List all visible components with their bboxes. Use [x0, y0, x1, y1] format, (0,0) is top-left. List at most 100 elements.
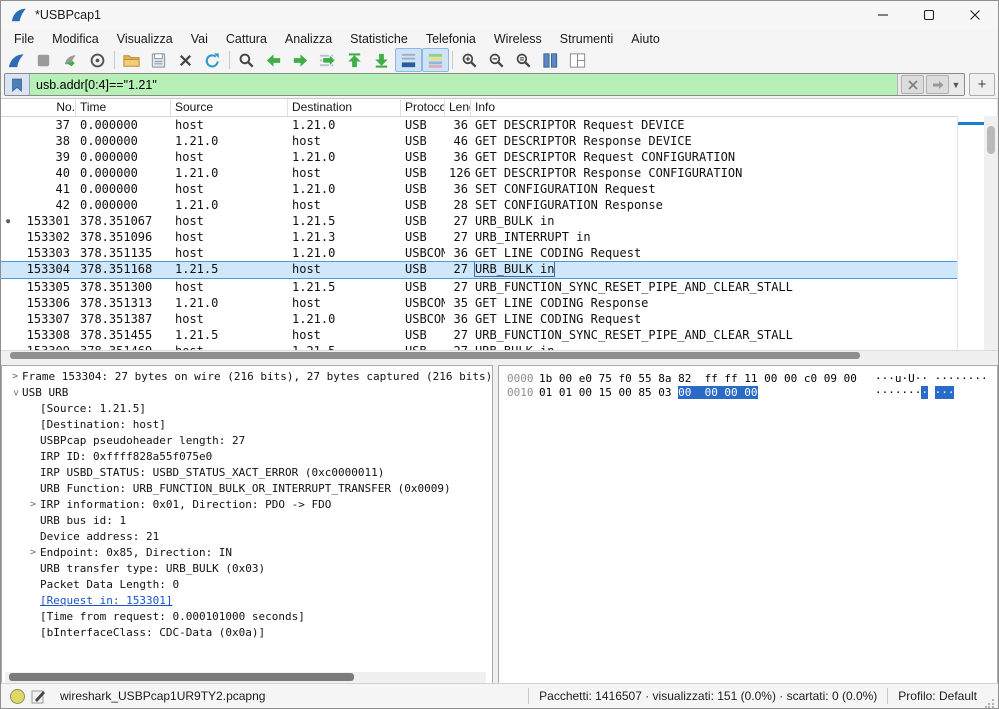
layout-icon[interactable]	[564, 48, 591, 72]
colorize-icon[interactable]	[422, 48, 449, 72]
menu-item-analizza[interactable]: Analizza	[276, 31, 341, 47]
ascii-bytes[interactable]: ···u·U·· ········	[875, 372, 988, 386]
detail-line[interactable]: IRP USBD_STATUS: USBD_STATUS_XACT_ERROR …	[2, 465, 492, 481]
column-header-time[interactable]: Time	[76, 99, 171, 116]
hex-row-0000[interactable]: 00001b 00 e0 75 f0 55 8a 82 ff ff 11 00 …	[499, 372, 997, 386]
menu-item-telefonia[interactable]: Telefonia	[417, 31, 485, 47]
column-header-no[interactable]: No.	[1, 99, 76, 116]
details-horizontal-scrollbar[interactable]	[5, 672, 486, 683]
stop-capture-icon[interactable]	[30, 48, 57, 72]
detail-line[interactable]: [Destination: host]	[2, 417, 492, 433]
packet-row-41[interactable]: 410.000000host1.21.0USB36SET CONFIGURATI…	[1, 181, 998, 197]
detail-line[interactable]: [Request in: 153301]	[2, 593, 492, 609]
start-capture-icon[interactable]	[3, 48, 30, 72]
detail-line[interactable]: [Time from request: 0.000101000 seconds]	[2, 609, 492, 625]
save-file-icon[interactable]	[145, 48, 172, 72]
next-packet-icon[interactable]	[287, 48, 314, 72]
restart-capture-icon[interactable]	[57, 48, 84, 72]
packet-list-minimap[interactable]	[957, 116, 984, 351]
expert-info-icon[interactable]	[10, 689, 25, 704]
detail-line[interactable]: URB transfer type: URB_BULK (0x03)	[2, 561, 492, 577]
menu-item-file[interactable]: File	[5, 31, 43, 47]
zoom-out-icon[interactable]	[483, 48, 510, 72]
packet-row-153302[interactable]: 153302378.351096host1.21.3USB27URB_INTER…	[1, 229, 998, 245]
detail-line[interactable]: USBPcap pseudoheader length: 27	[2, 433, 492, 449]
column-header-source[interactable]: Source	[171, 99, 288, 116]
resize-columns-icon[interactable]	[537, 48, 564, 72]
close-file-icon[interactable]	[172, 48, 199, 72]
auto-scroll-icon[interactable]	[395, 48, 422, 72]
last-packet-icon[interactable]	[368, 48, 395, 72]
menu-item-strumenti[interactable]: Strumenti	[551, 31, 623, 47]
filter-bookmark-icon[interactable]	[5, 74, 30, 95]
find-packet-icon[interactable]	[233, 48, 260, 72]
detail-line[interactable]: Device address: 21	[2, 529, 492, 545]
open-file-icon[interactable]	[118, 48, 145, 72]
menu-item-vai[interactable]: Vai	[182, 31, 217, 47]
hex-row-0010[interactable]: 001001 01 00 15 00 85 03 00 00 00 00····…	[499, 386, 997, 400]
packet-row-153306[interactable]: 153306378.3513131.21.0hostUSBCOM35GET LI…	[1, 295, 998, 311]
capture-comment-icon[interactable]	[31, 689, 46, 704]
packet-row-39[interactable]: 390.000000host1.21.0USB36GET DESCRIPTOR …	[1, 149, 998, 165]
menu-item-cattura[interactable]: Cattura	[217, 31, 276, 47]
display-filter-input[interactable]: usb.addr[0:4]=="1.21"	[30, 74, 897, 95]
detail-line[interactable]: >USB URB	[2, 385, 492, 401]
filter-dropdown-icon[interactable]: ▼	[950, 80, 962, 90]
ascii-bytes[interactable]: ········ ···	[875, 386, 954, 400]
resize-grip-icon[interactable]	[985, 698, 995, 708]
detail-line[interactable]: IRP ID: 0xffff828a55f075e0	[2, 449, 492, 465]
detail-line[interactable]: >Endpoint: 0x85, Direction: IN	[2, 545, 492, 561]
menu-item-aiuto[interactable]: Aiuto	[622, 31, 669, 47]
first-packet-icon[interactable]	[341, 48, 368, 72]
packet-row-42[interactable]: 420.0000001.21.0hostUSB28SET CONFIGURATI…	[1, 197, 998, 213]
hex-bytes[interactable]: 01 01 00 15 00 85 03 00 00 00 00	[539, 386, 758, 400]
horizontal-scrollbar-thumb[interactable]	[10, 352, 860, 359]
hex-bytes[interactable]: 1b 00 e0 75 f0 55 8a 82 ff ff 11 00 00 c…	[539, 372, 857, 386]
menu-item-modifica[interactable]: Modifica	[43, 31, 108, 47]
packet-row-153307[interactable]: 153307378.351387host1.21.0USBCOM36GET LI…	[1, 311, 998, 327]
column-header-length[interactable]: Length	[445, 99, 471, 116]
column-header-protocol[interactable]: Protocol	[401, 99, 445, 116]
apply-filter-icon[interactable]	[926, 75, 949, 94]
reload-file-icon[interactable]	[199, 48, 226, 72]
zoom-in-icon[interactable]	[456, 48, 483, 72]
menu-item-statistiche[interactable]: Statistiche	[341, 31, 417, 47]
go-to-packet-icon[interactable]	[314, 48, 341, 72]
detail-line[interactable]: >Frame 153304: 27 bytes on wire (216 bit…	[2, 369, 492, 385]
close-icon[interactable]	[952, 1, 998, 29]
expander-expanded-icon[interactable]: >	[7, 386, 23, 400]
capture-options-icon[interactable]	[84, 48, 111, 72]
detail-line[interactable]: [bInterfaceClass: CDC-Data (0x0a)]	[2, 625, 492, 641]
packet-row-40[interactable]: 400.0000001.21.0hostUSB126GET DESCRIPTOR…	[1, 165, 998, 181]
profile-label[interactable]: Profilo: Default	[898, 689, 977, 703]
zoom-normal-icon[interactable]	[510, 48, 537, 72]
packet-row-153305[interactable]: 153305378.351300host1.21.5USB27URB_FUNCT…	[1, 279, 998, 295]
minimize-icon[interactable]	[860, 1, 906, 29]
packet-row-153308[interactable]: 153308378.3514551.21.5hostUSB27URB_FUNCT…	[1, 327, 998, 343]
packet-row-38[interactable]: 380.0000001.21.0hostUSB46GET DESCRIPTOR …	[1, 133, 998, 149]
expander-collapsed-icon[interactable]: >	[8, 369, 22, 385]
detail-line[interactable]: Packet Data Length: 0	[2, 577, 492, 593]
menu-item-visualizza[interactable]: Visualizza	[108, 31, 182, 47]
packet-list-vertical-scrollbar[interactable]	[984, 116, 998, 351]
clear-filter-icon[interactable]	[901, 75, 924, 94]
column-header-destination[interactable]: Destination	[288, 99, 401, 116]
vertical-scrollbar-thumb[interactable]	[987, 126, 995, 154]
expander-collapsed-icon[interactable]: >	[26, 545, 40, 561]
expander-collapsed-icon[interactable]: >	[26, 497, 40, 513]
packet-row-153304[interactable]: 153304378.3511681.21.5hostUSB27URB_BULK …	[1, 261, 998, 279]
packet-row-37[interactable]: 370.000000host1.21.0USB36GET DESCRIPTOR …	[1, 117, 998, 133]
detail-line[interactable]: URB Function: URB_FUNCTION_BULK_OR_INTER…	[2, 481, 492, 497]
previous-packet-icon[interactable]	[260, 48, 287, 72]
column-header-info[interactable]: Info	[471, 99, 998, 116]
packet-row-153301[interactable]: 153301●378.351067host1.21.5USB27URB_BULK…	[1, 213, 998, 229]
display-filter-field[interactable]: usb.addr[0:4]=="1.21" ▼	[4, 73, 965, 96]
menu-item-wireless[interactable]: Wireless	[485, 31, 551, 47]
detail-line[interactable]: [Source: 1.21.5]	[2, 401, 492, 417]
packet-row-153303[interactable]: 153303378.351135host1.21.0USBCOM36GET LI…	[1, 245, 998, 261]
detail-line[interactable]: URB bus id: 1	[2, 513, 492, 529]
details-scrollbar-thumb[interactable]	[9, 673, 354, 681]
maximize-icon[interactable]	[906, 1, 952, 29]
detail-line[interactable]: >IRP information: 0x01, Direction: PDO -…	[2, 497, 492, 513]
add-filter-button[interactable]: +	[969, 73, 995, 96]
